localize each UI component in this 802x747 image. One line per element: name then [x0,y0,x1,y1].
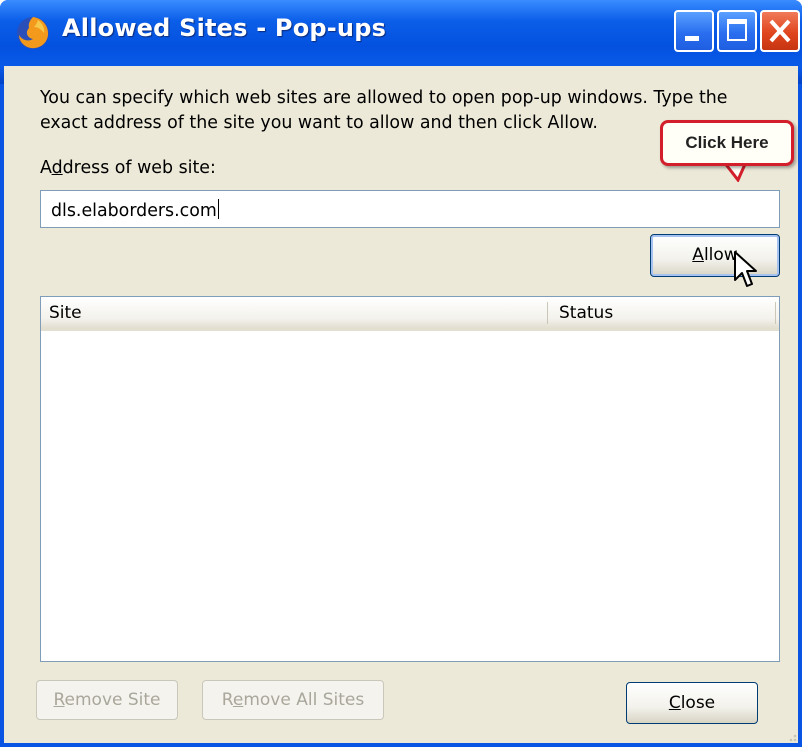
column-divider[interactable] [775,302,776,324]
window-title: Allowed Sites - Pop-ups [62,14,387,42]
address-value: dls.elaborders.com [51,201,217,221]
column-divider[interactable] [547,302,548,324]
text-caret [217,199,219,219]
allow-button[interactable]: Allow [650,234,780,277]
close-button[interactable]: Close [626,682,758,724]
click-here-callout: Click Here [660,120,796,182]
column-header-site[interactable]: Site [49,303,82,323]
close-icon [769,19,791,43]
minimize-button[interactable] [674,10,714,52]
column-header-status[interactable]: Status [559,303,613,323]
mouse-pointer-icon [734,251,757,287]
maximize-icon [727,19,747,41]
close-window-button[interactable] [760,10,800,52]
dialog-window: Allowed Sites - Pop-ups You can specify … [0,0,802,747]
list-header: Site Status [41,297,779,331]
remove-all-sites-button[interactable]: Remove All Sites [202,680,384,720]
firefox-icon [17,17,49,49]
resize-grip-icon[interactable] [782,727,798,743]
minimize-icon [685,36,699,41]
maximize-button[interactable] [717,10,757,52]
sites-list[interactable]: Site Status [40,296,780,662]
callout-text: Click Here [660,120,794,166]
address-input[interactable]: dls.elaborders.com [40,190,780,228]
address-label: Address of web site: [40,158,216,178]
remove-site-button[interactable]: Remove Site [36,680,178,720]
